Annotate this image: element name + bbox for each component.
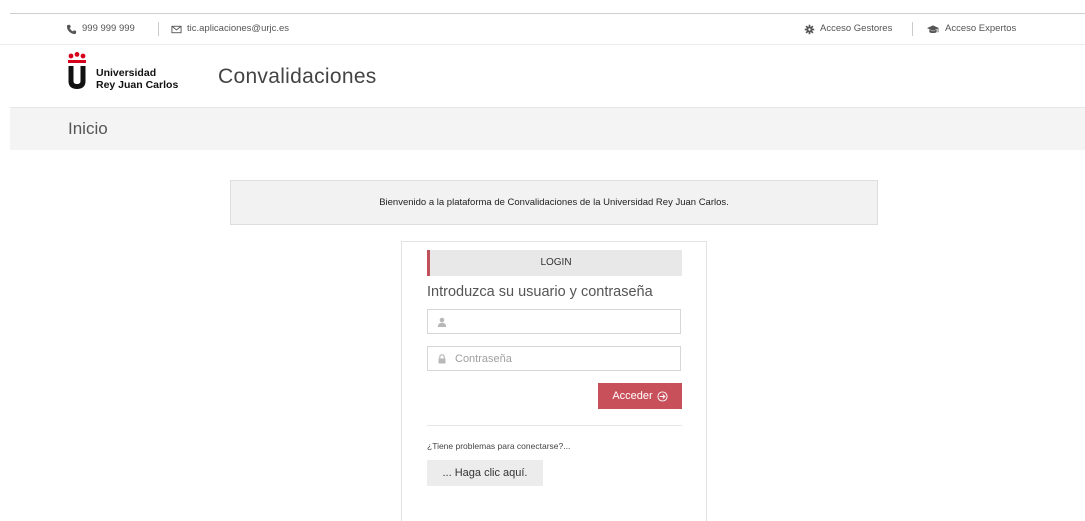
site-header: Universidad Rey Juan Carlos Convalidacio… [0,45,1085,107]
top-contact-bar: 999 999 999 tic.aplicaciones@urjc.es Acc… [0,14,1085,45]
topbar-separator [158,22,159,36]
login-divider [427,425,682,426]
gear-icon [804,24,815,34]
app-title[interactable]: Convalidaciones [218,65,377,89]
phone-icon [66,24,77,34]
expertos-link[interactable]: Acceso Expertos [926,14,1016,44]
username-field[interactable] [427,309,681,334]
user-icon [437,317,447,327]
envelope-icon [171,25,182,33]
page-title: Inicio [68,119,108,138]
gestores-label[interactable]: Acceso Gestores [820,14,892,44]
arrow-circle-right-icon [657,390,668,402]
acceder-button[interactable]: Acceder [598,383,682,409]
phone-number: 999 999 999 [82,23,135,34]
problems-text: ¿Tiene problemas para conectarse?... [427,441,571,451]
password-input[interactable] [455,352,655,365]
expertos-label[interactable]: Acceso Expertos [945,14,1016,44]
breadcrumb: Inicio [10,107,1085,150]
welcome-text: Bienvenido a la plataforma de Convalidac… [379,197,729,208]
password-field[interactable] [427,346,681,371]
help-button[interactable]: ... Haga clic aquí. [427,460,543,486]
university-name: Universidad Rey Juan Carlos [96,67,178,91]
lock-icon [438,353,446,363]
email-link[interactable]: tic.aplicaciones@urjc.es [187,14,289,44]
email-contact[interactable]: tic.aplicaciones@urjc.es [171,14,289,44]
urjc-logo-icon[interactable] [67,52,87,92]
login-panel: LOGIN Introduzca su usuario y contraseña… [401,241,707,521]
welcome-banner: Bienvenido a la plataforma de Convalidac… [230,180,878,225]
phone-contact: 999 999 999 [66,14,135,44]
login-subtitle: Introduzca su usuario y contraseña [427,284,653,300]
logo-line-1: Universidad [96,67,157,79]
acceder-label: Acceder [612,390,653,402]
username-input[interactable] [455,315,655,328]
login-heading: LOGIN [427,250,682,276]
gestores-link[interactable]: Acceso Gestores [804,14,892,44]
logo-line-2: Rey Juan Carlos [96,79,179,91]
graduation-cap-icon [927,24,939,33]
topbar-separator [912,22,913,36]
